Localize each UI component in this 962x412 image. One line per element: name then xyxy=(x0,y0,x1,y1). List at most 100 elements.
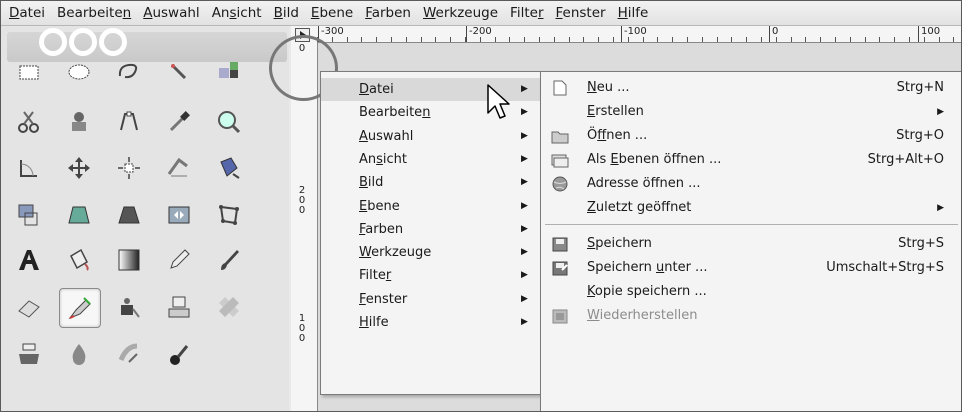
tool-button[interactable] xyxy=(59,335,99,373)
menubar-item-label: Bearbeiten xyxy=(57,5,131,21)
tool-button[interactable] xyxy=(209,196,249,234)
datei-menu-item-label: Wiederherstellen xyxy=(587,304,697,328)
tool-button[interactable] xyxy=(209,149,249,187)
menubar-item[interactable]: Datei xyxy=(3,1,51,25)
mnemonic-key: s xyxy=(376,151,383,167)
datei-menu-item[interactable]: Als Ebenen öffnen ... Strg+Alt+O xyxy=(541,148,961,172)
datei-menu-item-text: Als Ebenen öffnen ... xyxy=(587,152,721,167)
image-menu-item[interactable]: Hilfe ▶ xyxy=(321,311,540,334)
menubar-item[interactable]: Ebene xyxy=(305,1,359,25)
menubar-item[interactable]: Auswahl xyxy=(137,1,205,25)
image-menu-item[interactable]: Ebene ▶ xyxy=(321,195,540,218)
datei-menu-item-label: Neu ... xyxy=(587,76,630,100)
tool-button[interactable] xyxy=(9,53,49,91)
tool-button[interactable] xyxy=(59,149,99,187)
ruler-tick xyxy=(494,37,496,42)
toolbox xyxy=(1,26,289,411)
image-menu-item[interactable]: Fenster ▶ xyxy=(321,288,540,311)
ruler-tick xyxy=(583,37,585,42)
clone-icon xyxy=(168,296,190,318)
datei-menu-item-text: Neu ... xyxy=(587,80,630,95)
heal-icon xyxy=(219,297,239,317)
image-menu-item[interactable]: Bild ▶ xyxy=(321,171,540,194)
tool-button[interactable] xyxy=(59,288,101,328)
datei-menu-item[interactable]: Adresse öffnen ... xyxy=(541,172,961,196)
ruler-tick xyxy=(479,37,481,42)
tool-button[interactable] xyxy=(109,196,149,234)
tool-button[interactable] xyxy=(209,288,249,326)
horizontal-ruler[interactable]: -300 -200 -100 0 100 xyxy=(291,26,961,43)
mnemonic-key: r xyxy=(537,5,544,21)
datei-menu-item-label: Öffnen ... xyxy=(587,124,647,148)
menubar-item-label: Ebene xyxy=(311,5,353,21)
datei-menu-item[interactable]: Neu ... Strg+N xyxy=(541,76,961,100)
tool-button[interactable] xyxy=(59,241,99,279)
datei-menu-item[interactable]: Öffnen ... Strg+O xyxy=(541,124,961,148)
ruler-label: 0 xyxy=(768,26,779,42)
tool-button[interactable] xyxy=(109,103,149,141)
ruler-tick xyxy=(598,37,600,42)
submenu-arrow-icon: ▶ xyxy=(521,317,528,327)
datei-menu-item[interactable]: Wiederherstellen xyxy=(541,304,961,328)
image-menu-item[interactable]: Farben ▶ xyxy=(321,218,540,241)
tool-button[interactable] xyxy=(59,196,99,234)
tool-button[interactable] xyxy=(9,335,49,373)
image-menu-item[interactable]: Werkzeuge ▶ xyxy=(321,241,540,264)
tool-button[interactable] xyxy=(159,335,199,373)
tool-button[interactable] xyxy=(9,103,49,141)
menu-separator xyxy=(545,224,958,225)
gimp-window: Datei Bearbeiten Auswahl Ansicht Bild Ebene Fa… xyxy=(0,0,962,412)
datei-menu-item[interactable]: Erstellen ▶ xyxy=(541,100,961,124)
menubar-item[interactable]: Werkzeuge xyxy=(417,1,504,25)
menubar-item[interactable]: Hilfe xyxy=(612,1,655,25)
menubar-item[interactable]: Ansicht xyxy=(206,1,268,25)
tool-button[interactable] xyxy=(109,241,149,279)
tool-button[interactable] xyxy=(159,288,199,326)
text-icon xyxy=(19,250,39,270)
tool-button[interactable] xyxy=(159,196,199,234)
tool-button[interactable] xyxy=(159,53,199,91)
new-file-icon xyxy=(553,80,567,96)
globe-icon xyxy=(552,176,568,192)
tool-button[interactable] xyxy=(209,241,249,279)
menubar-item[interactable]: Fenster xyxy=(550,1,612,25)
datei-menu-item[interactable]: Speichern Strg+S xyxy=(541,232,961,256)
image-menu-item[interactable]: Ansicht ▶ xyxy=(321,148,540,171)
datei-menu-item[interactable]: Zuletzt geöffnet ▶ xyxy=(541,196,961,220)
tool-button[interactable] xyxy=(109,53,149,91)
tool-button[interactable] xyxy=(209,103,249,141)
tool-button[interactable] xyxy=(109,288,149,326)
image-menu-item-label: Filter xyxy=(359,264,391,287)
tool-button[interactable] xyxy=(159,103,199,141)
tool-button[interactable] xyxy=(9,241,49,279)
tool-button[interactable] xyxy=(159,241,199,279)
menubar-item[interactable]: Bearbeiten xyxy=(51,1,137,25)
tool-button[interactable] xyxy=(9,288,49,326)
tool-button[interactable] xyxy=(159,149,199,187)
menubar-item[interactable]: Farben xyxy=(359,1,417,25)
ruler-tick xyxy=(790,37,792,42)
mnemonic-key: B xyxy=(359,175,368,191)
image-menu-item-text: Filter xyxy=(359,268,391,283)
ruler-tick xyxy=(361,37,363,42)
ruler-tick xyxy=(953,37,955,42)
color-select-icon xyxy=(219,62,238,78)
tool-button[interactable] xyxy=(9,196,49,234)
rotate-icon xyxy=(220,157,240,179)
datei-menu-item[interactable]: Speichern unter ... Umschalt+Strg+S xyxy=(541,256,961,280)
tool-button[interactable] xyxy=(59,103,99,141)
menubar-item[interactable]: Bild xyxy=(268,1,305,25)
image-menu-item[interactable]: Auswahl ▶ xyxy=(321,125,540,148)
tool-button[interactable] xyxy=(59,53,99,91)
tool-button[interactable] xyxy=(109,149,149,187)
tool-button[interactable] xyxy=(109,335,149,373)
tool-button[interactable] xyxy=(209,53,249,91)
ruler-tick xyxy=(420,37,422,42)
image-menu-item[interactable]: Filter ▶ xyxy=(321,264,540,287)
tool-button[interactable] xyxy=(9,149,49,187)
menubar-item[interactable]: Filter xyxy=(504,1,549,25)
label-part: nter ... xyxy=(664,260,708,275)
datei-menu-item[interactable]: Kopie speichern ... xyxy=(541,280,961,304)
bucket-fill-icon xyxy=(70,248,89,271)
align-icon xyxy=(118,157,140,179)
